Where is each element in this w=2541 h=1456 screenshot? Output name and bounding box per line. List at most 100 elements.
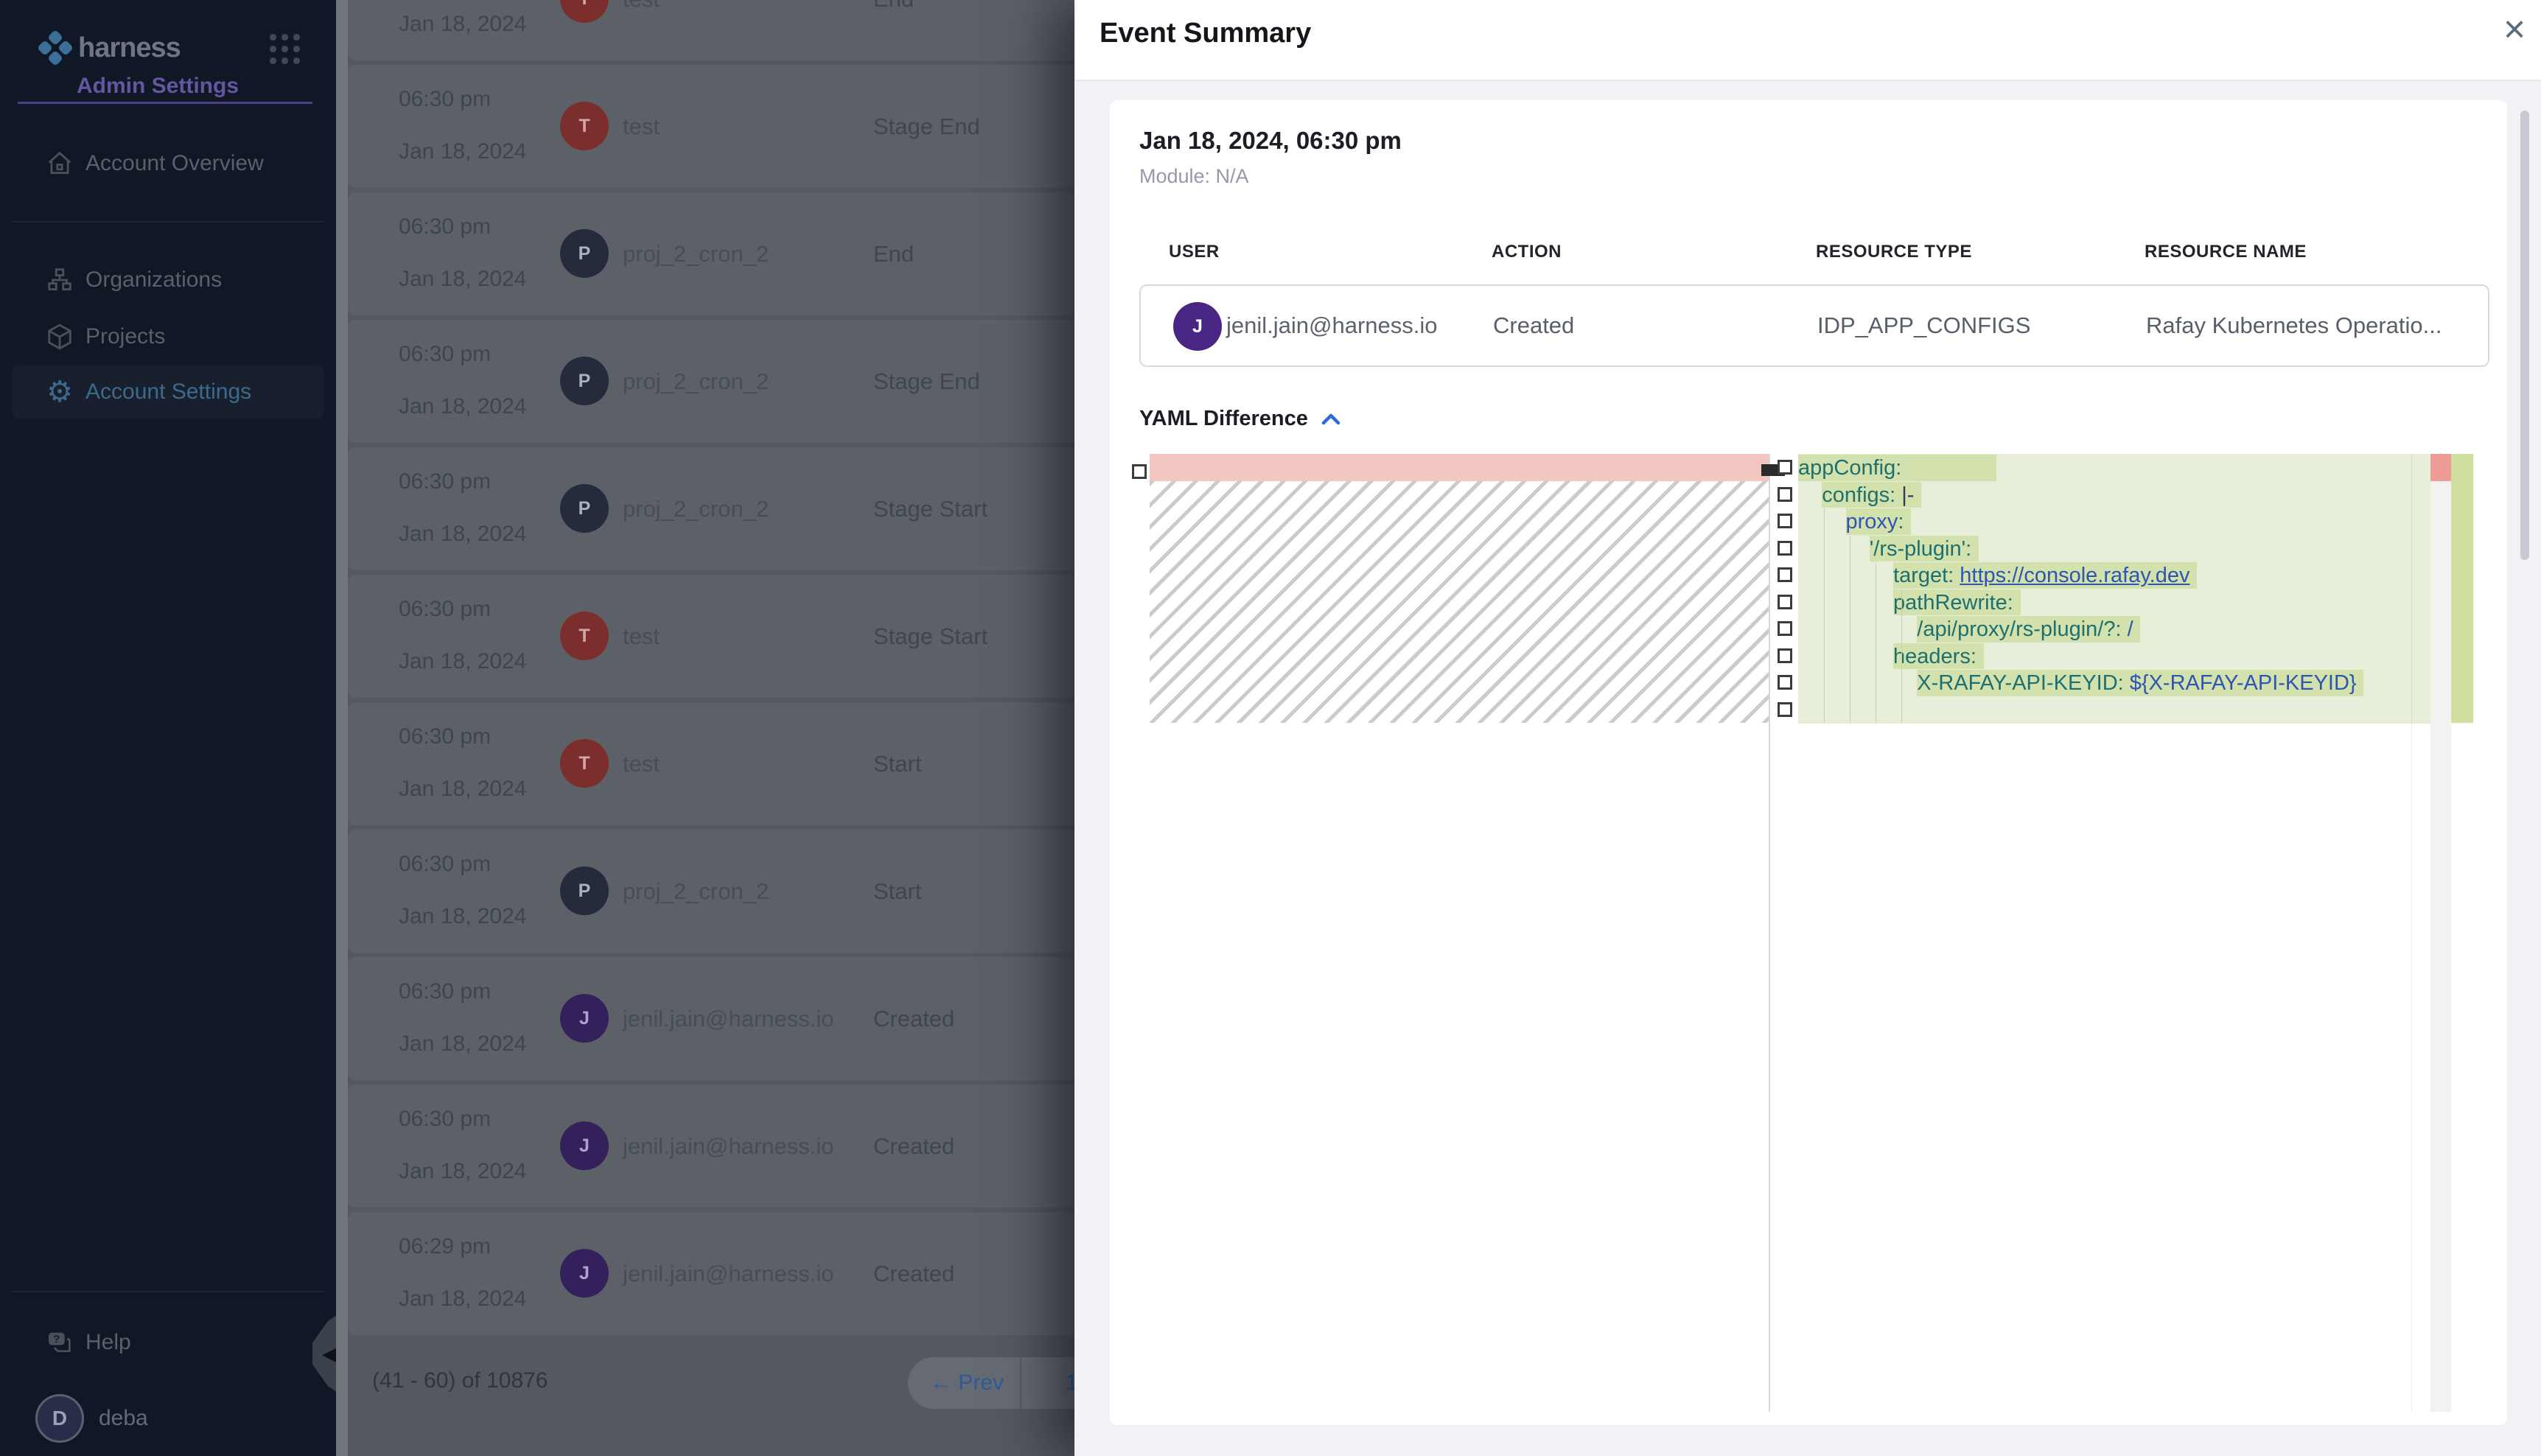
row-event: Stage Start — [873, 447, 988, 570]
code-line: X-RAFAY-API-KEYID: ${X-RAFAY-API-KEYID} — [1798, 669, 2430, 696]
diff-empty-region — [1150, 481, 1769, 723]
drawer-title: Event Summary — [1100, 18, 1311, 49]
event-user: jenil.jain@harness.io — [1226, 286, 1438, 365]
overview-ruler-track[interactable] — [2430, 454, 2451, 1412]
avatar: T — [560, 739, 609, 788]
code-line: target: https://console.rafay.dev — [1798, 561, 2430, 589]
row-date: Jan 18, 2024 — [399, 522, 526, 547]
row-name: proj_2_cron_2 — [623, 320, 769, 443]
avatar: T — [560, 612, 609, 660]
drawer-scrollbar-thumb[interactable] — [2520, 111, 2529, 560]
diff-sash[interactable] — [1769, 454, 1770, 1412]
col-resource-name: RESOURCE NAME — [2145, 242, 2307, 262]
row-date: Jan 18, 2024 — [399, 904, 526, 929]
row-time: 06:30 pm — [399, 852, 491, 877]
chevron-up-icon — [1320, 411, 1342, 427]
close-icon[interactable]: × — [2492, 7, 2537, 52]
sidebar-item-help[interactable]: ? Help — [0, 1316, 336, 1369]
code-line: /api/proxy/rs-plugin/?: / — [1798, 615, 2430, 643]
avatar: J — [560, 1121, 609, 1170]
row-event: Created — [873, 1085, 954, 1208]
sidebar-item-account-settings[interactable]: ⚙ Account Settings — [12, 365, 324, 419]
avatar: P — [560, 229, 609, 278]
row-time: 06:30 pm — [399, 979, 491, 1004]
yaml-difference-toggle[interactable]: YAML Difference — [1139, 407, 1342, 431]
diff-revert-marker[interactable] — [1778, 621, 1792, 636]
pagination-range: (41 - 60) of 10876 — [372, 1368, 548, 1393]
yaml-diff-editor[interactable]: appConfig:configs: |-proxy:'/rs-plugin':… — [1129, 454, 2476, 1412]
cube-icon — [44, 321, 75, 352]
event-table-row: J jenil.jain@harness.io Created IDP_APP_… — [1139, 284, 2489, 367]
row-event: Stage End — [873, 320, 980, 443]
row-date: Jan 18, 2024 — [399, 12, 526, 37]
row-name: proj_2_cron_2 — [623, 830, 769, 953]
row-date: Jan 18, 2024 — [399, 777, 526, 802]
sidebar-item-label: Account Overview — [85, 151, 264, 176]
row-name: proj_2_cron_2 — [623, 192, 769, 315]
row-time: 06:30 pm — [399, 597, 491, 622]
event-module: Module: N/A — [1139, 165, 1249, 188]
pagination-separator — [1020, 1357, 1021, 1409]
diff-revert-marker[interactable] — [1778, 514, 1792, 528]
avatar: P — [560, 867, 609, 915]
page-scrollbar[interactable] — [336, 0, 348, 1456]
event-summary-card: Jan 18, 2024, 06:30 pm Module: N/A USER … — [1110, 100, 2507, 1425]
code-line: appConfig: — [1798, 454, 2430, 481]
module-grid-icon[interactable] — [270, 34, 301, 65]
admin-settings-subtitle[interactable]: Admin Settings — [77, 74, 239, 99]
row-date: Jan 18, 2024 — [399, 1287, 526, 1312]
row-date: Jan 18, 2024 — [399, 394, 526, 419]
col-user: USER — [1169, 242, 1220, 262]
row-date: Jan 18, 2024 — [399, 1159, 526, 1184]
indent-guide — [1824, 508, 1825, 723]
row-name: jenil.jain@harness.io — [623, 1085, 834, 1208]
home-icon — [44, 148, 75, 179]
sidebar-item-account-overview[interactable]: Account Overview — [0, 137, 336, 190]
diff-revert-marker[interactable] — [1778, 460, 1792, 475]
col-action: ACTION — [1492, 242, 1562, 262]
avatar: T — [560, 0, 609, 23]
diff-removed-line — [1150, 454, 1769, 481]
org-icon — [44, 265, 75, 295]
sidebar-item-organizations[interactable]: Organizations — [0, 253, 336, 307]
diff-revert-marker[interactable] — [1778, 702, 1792, 717]
user-menu[interactable]: D deba — [35, 1394, 148, 1443]
avatar: J — [1173, 302, 1222, 351]
row-time: 06:30 pm — [399, 724, 491, 749]
diff-revert-marker[interactable] — [1778, 487, 1792, 502]
svg-text:?: ? — [53, 1333, 60, 1345]
overview-added-mark — [2451, 454, 2473, 723]
sidebar: harness Admin Settings Account Overview — [0, 0, 336, 1456]
row-event: Start — [873, 702, 921, 825]
row-time: 06:30 pm — [399, 342, 491, 367]
sidebar-accent-divider — [18, 102, 312, 104]
event-action: Created — [1493, 286, 1574, 365]
editor-boundary-line — [2411, 454, 2412, 1412]
harness-logo[interactable]: harness — [37, 29, 181, 66]
col-resource-type: RESOURCE TYPE — [1816, 242, 1972, 262]
avatar: P — [560, 484, 609, 533]
diff-revert-marker[interactable] — [1778, 595, 1792, 609]
row-time: 06:30 pm — [399, 87, 491, 112]
diff-revert-marker[interactable] — [1778, 675, 1792, 690]
row-event: Created — [873, 957, 954, 1080]
avatar: P — [560, 357, 609, 405]
diff-revert-marker[interactable] — [1132, 464, 1147, 479]
avatar: D — [35, 1394, 84, 1443]
avatar: T — [560, 102, 609, 150]
row-name: test — [623, 575, 660, 698]
row-event: End — [873, 0, 914, 60]
row-time: 06:29 pm — [399, 1234, 491, 1259]
avatar: J — [560, 1249, 609, 1298]
user-name: deba — [99, 1406, 148, 1431]
row-name: test — [623, 65, 660, 188]
sidebar-item-projects[interactable]: Projects — [0, 310, 336, 363]
row-time: 06:30 pm — [399, 1107, 491, 1132]
logo-text: harness — [78, 32, 181, 64]
app-screen: harness Admin Settings Account Overview — [0, 0, 2541, 1456]
diff-revert-marker[interactable] — [1778, 648, 1792, 663]
diff-revert-marker[interactable] — [1778, 567, 1792, 582]
diff-revert-marker[interactable] — [1778, 541, 1792, 556]
prev-page-button[interactable]: ← Prev — [930, 1357, 1004, 1409]
row-event: Start — [873, 830, 921, 953]
